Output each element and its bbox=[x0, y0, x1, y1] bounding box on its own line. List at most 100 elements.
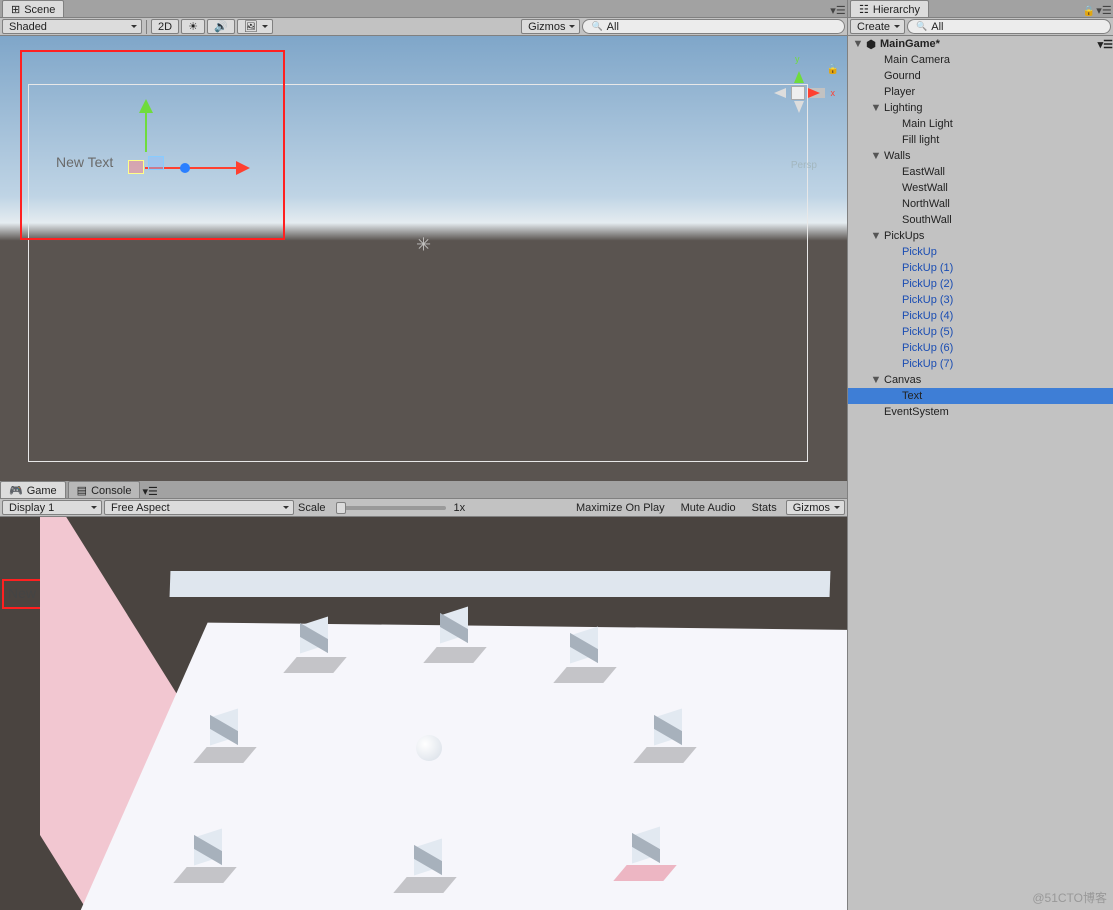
game-icon: 🎮 bbox=[9, 484, 23, 497]
tab-hierarchy[interactable]: ☷ Hierarchy bbox=[850, 0, 929, 17]
hierarchy-item-label: Gournd bbox=[882, 70, 921, 82]
gizmos-dropdown[interactable]: Gizmos bbox=[521, 19, 580, 34]
maximize-on-play-toggle[interactable]: Maximize On Play bbox=[569, 500, 672, 515]
hierarchy-item[interactable]: SouthWall bbox=[848, 212, 1113, 228]
hierarchy-tree[interactable]: ▼ ⬢ MainGame* ▾☰ Main Camera Gournd Player… bbox=[848, 36, 1113, 910]
scene-viewport[interactable]: New Text ✳ y x 🔒 Persp bbox=[0, 36, 847, 481]
expand-toggle[interactable]: ▼ bbox=[870, 374, 882, 386]
gizmo-x-cone[interactable] bbox=[808, 88, 825, 98]
aspect-dropdown[interactable]: Free Aspect bbox=[104, 500, 294, 515]
hierarchy-item[interactable]: NorthWall bbox=[848, 196, 1113, 212]
hierarchy-item[interactable]: PickUp (5) bbox=[848, 324, 1113, 340]
projection-label[interactable]: Persp bbox=[791, 160, 817, 171]
panel-menu-icon[interactable]: ▾☰ bbox=[1095, 3, 1113, 17]
display-dropdown[interactable]: Display 1 bbox=[2, 500, 102, 515]
game-toolbar: Display 1 Free Aspect Scale 1x Maximize … bbox=[0, 499, 847, 517]
hierarchy-item[interactable]: PickUp (1) bbox=[848, 260, 1113, 276]
shading-mode-dropdown[interactable]: Shaded bbox=[2, 19, 142, 34]
gizmo-y-neg-cone[interactable] bbox=[794, 101, 804, 118]
hierarchy-item[interactable]: ▼Canvas bbox=[848, 372, 1113, 388]
sun-icon: ☀ bbox=[188, 20, 198, 33]
expand-toggle[interactable]: ▼ bbox=[870, 230, 882, 242]
hierarchy-item-label: Main Camera bbox=[882, 54, 950, 66]
hierarchy-item[interactable]: ▼Walls bbox=[848, 148, 1113, 164]
grid-icon: ⊞ bbox=[11, 3, 20, 16]
hierarchy-item-label: PickUp (4) bbox=[900, 310, 953, 322]
hierarchy-item-label: PickUp (1) bbox=[900, 262, 953, 274]
hierarchy-item[interactable]: EventSystem bbox=[848, 404, 1113, 420]
hierarchy-item[interactable]: Text bbox=[848, 388, 1113, 404]
xy-plane-handle[interactable] bbox=[128, 160, 144, 174]
pickup-cube bbox=[654, 713, 682, 741]
hierarchy-item-label: NorthWall bbox=[900, 198, 950, 210]
hierarchy-item-label: EastWall bbox=[900, 166, 945, 178]
panel-menu-icon[interactable]: ▾☰ bbox=[829, 3, 847, 17]
hierarchy-item[interactable]: ▼Lighting bbox=[848, 100, 1113, 116]
y-axis-handle[interactable] bbox=[145, 104, 147, 152]
orientation-gizmo[interactable]: y x bbox=[765, 60, 829, 124]
hierarchy-item-label: Text bbox=[900, 390, 922, 402]
hierarchy-item[interactable]: EastWall bbox=[848, 164, 1113, 180]
lighting-toggle-button[interactable]: ☀ bbox=[181, 19, 205, 34]
annotation-box bbox=[20, 50, 285, 240]
stats-toggle[interactable]: Stats bbox=[745, 500, 784, 515]
pickup-cube bbox=[414, 843, 442, 871]
scene-menu-icon[interactable]: ▾☰ bbox=[1098, 38, 1113, 51]
hierarchy-item[interactable]: Gournd bbox=[848, 68, 1113, 84]
audio-toggle-button[interactable]: 🔊 bbox=[207, 19, 235, 34]
create-dropdown[interactable]: Create bbox=[850, 19, 905, 34]
tab-scene[interactable]: ⊞ Scene bbox=[2, 0, 64, 17]
tab-game[interactable]: 🎮 Game bbox=[0, 481, 66, 498]
toggle-2d-button[interactable]: 2D bbox=[151, 19, 179, 34]
mute-audio-toggle[interactable]: Mute Audio bbox=[674, 500, 743, 515]
console-icon: ▤ bbox=[77, 484, 87, 497]
hierarchy-item[interactable]: ▼PickUps bbox=[848, 228, 1113, 244]
lock-icon[interactable]: 🔒 bbox=[827, 64, 839, 75]
scale-label: Scale bbox=[296, 502, 328, 514]
tab-console[interactable]: ▤ Console bbox=[68, 481, 141, 498]
hierarchy-item[interactable]: Player bbox=[848, 84, 1113, 100]
expand-toggle[interactable]: ▼ bbox=[870, 102, 882, 114]
gizmo-y-cone[interactable] bbox=[794, 66, 804, 83]
hierarchy-item-label: PickUp (5) bbox=[900, 326, 953, 338]
game-console-tabbar: 🎮 Game ▤ Console ▾☰ bbox=[0, 481, 847, 499]
hierarchy-item[interactable]: PickUp (7) bbox=[848, 356, 1113, 372]
hierarchy-item[interactable]: PickUp (6) bbox=[848, 340, 1113, 356]
game-viewport[interactable]: New Text bbox=[0, 517, 847, 910]
scene-search-input[interactable]: All bbox=[582, 19, 845, 34]
unity-logo-icon: ⬢ bbox=[864, 38, 878, 51]
hierarchy-item-label: PickUp bbox=[900, 246, 937, 258]
hierarchy-item-label: SouthWall bbox=[900, 214, 952, 226]
hierarchy-search-input[interactable]: All bbox=[907, 19, 1111, 34]
hierarchy-item-label: PickUp (3) bbox=[900, 294, 953, 306]
expand-toggle[interactable]: ▼ bbox=[870, 150, 882, 162]
scale-slider[interactable] bbox=[336, 506, 446, 510]
hierarchy-item[interactable]: PickUp (2) bbox=[848, 276, 1113, 292]
hierarchy-item[interactable]: Main Camera bbox=[848, 52, 1113, 68]
hierarchy-item[interactable]: Main Light bbox=[848, 116, 1113, 132]
yz-plane-handle[interactable] bbox=[148, 156, 164, 170]
pickup-cube bbox=[300, 621, 328, 649]
gizmo-cube[interactable] bbox=[791, 86, 805, 100]
fx-dropdown[interactable]: 🖼 bbox=[237, 19, 273, 34]
hierarchy-item[interactable]: WestWall bbox=[848, 180, 1113, 196]
image-icon: 🖼 bbox=[244, 20, 258, 33]
expand-toggle[interactable]: ▼ bbox=[852, 38, 864, 50]
z-axis-handle[interactable] bbox=[180, 163, 190, 173]
hierarchy-item-label: PickUp (6) bbox=[900, 342, 953, 354]
hierarchy-item[interactable]: Fill light bbox=[848, 132, 1113, 148]
pickup-cube bbox=[632, 831, 660, 859]
hierarchy-item[interactable]: PickUp bbox=[848, 244, 1113, 260]
hierarchy-icon: ☷ bbox=[859, 3, 869, 16]
panel-menu-icon[interactable]: ▾☰ bbox=[142, 485, 157, 498]
pickup-cube bbox=[210, 713, 238, 741]
hierarchy-item[interactable]: PickUp (3) bbox=[848, 292, 1113, 308]
scene-root[interactable]: ▼ ⬢ MainGame* ▾☰ bbox=[848, 36, 1113, 52]
hierarchy-item[interactable]: PickUp (4) bbox=[848, 308, 1113, 324]
gizmo-z-neg-cone[interactable] bbox=[769, 88, 786, 98]
scale-value: 1x bbox=[454, 502, 466, 514]
axis-x-label: x bbox=[831, 88, 836, 98]
game-gizmos-dropdown[interactable]: Gizmos bbox=[786, 500, 845, 515]
lock-icon[interactable]: 🔒 bbox=[1083, 6, 1095, 17]
hierarchy-item-label: WestWall bbox=[900, 182, 948, 194]
